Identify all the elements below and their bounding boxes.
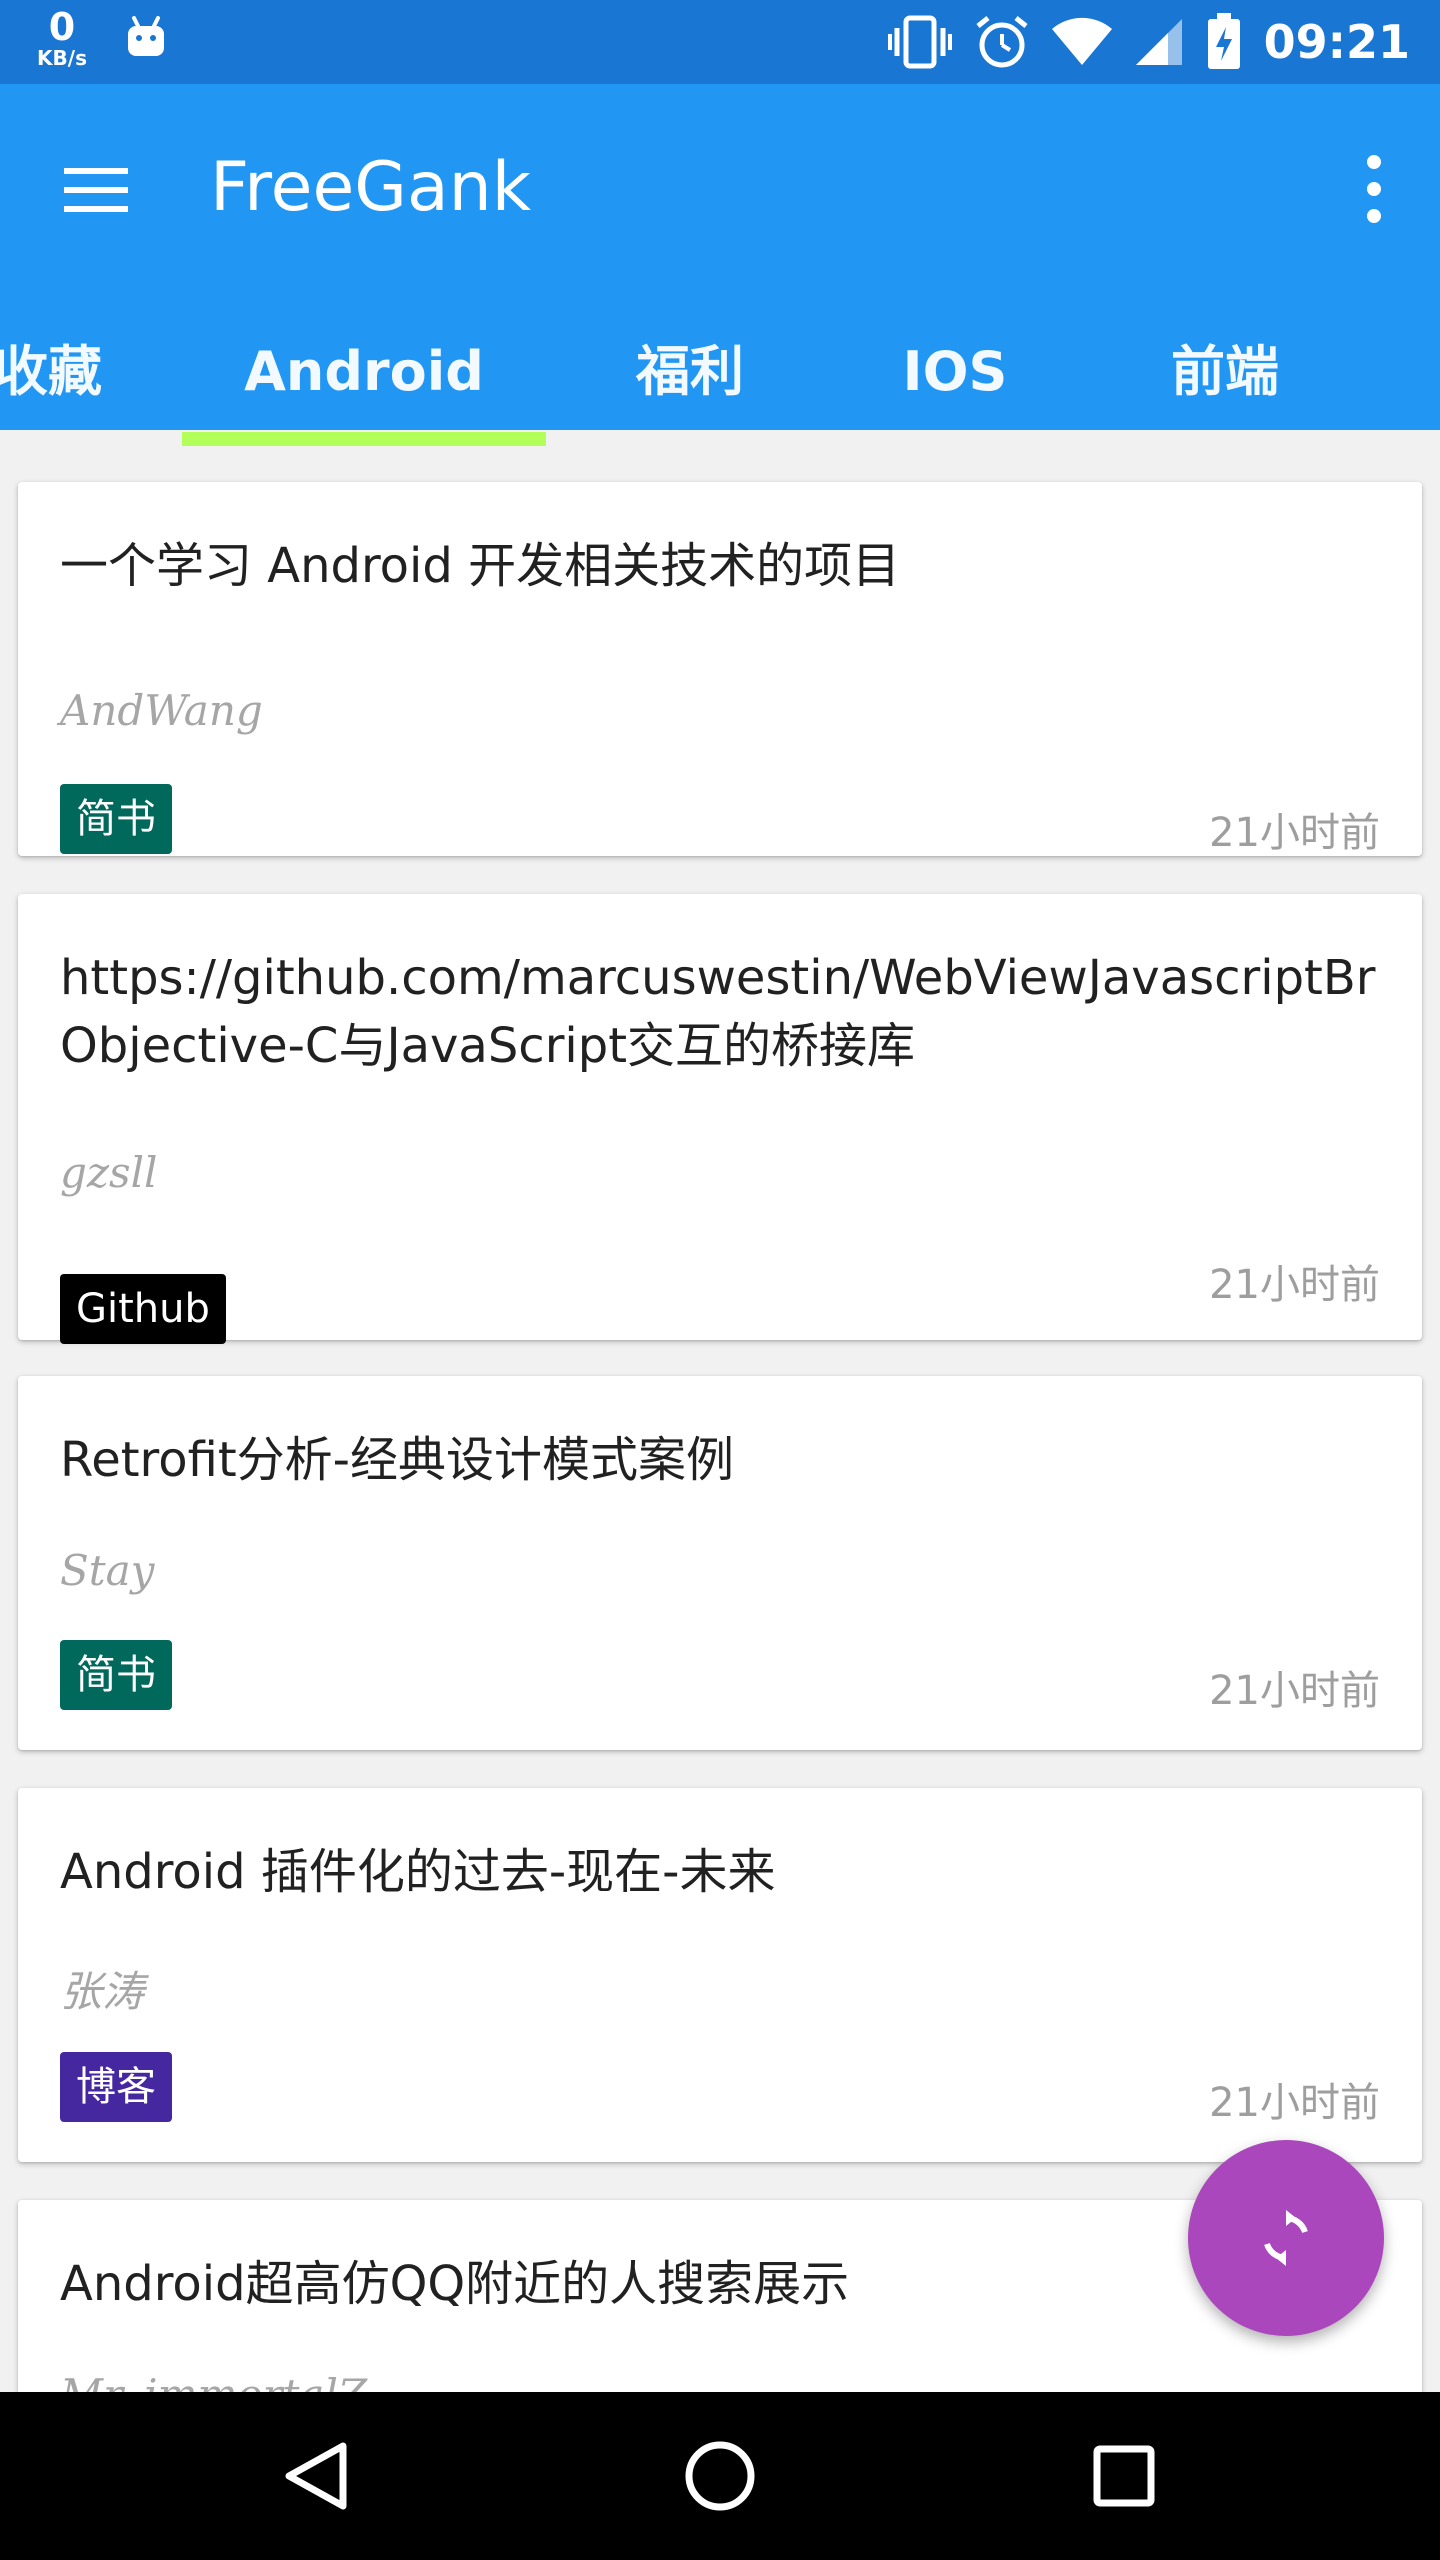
vibrate-icon	[887, 15, 952, 69]
article-title: Retrofit分析-经典设计模式案例	[60, 1432, 734, 1488]
article-card[interactable]: 一个学习 Android 开发相关技术的项目 AndWang 简书 21小时前	[18, 482, 1422, 856]
article-list[interactable]: 一个学习 Android 开发相关技术的项目 AndWang 简书 21小时前 …	[0, 446, 1440, 2392]
signal-icon	[1135, 19, 1182, 65]
navigation-bar	[0, 2392, 1440, 2560]
article-tag[interactable]: Github	[60, 1274, 226, 1344]
tab-bar: 收藏 Android 福利 IOS 前端	[0, 314, 1440, 430]
article-title: Android 插件化的过去-现在-未来	[60, 1844, 776, 1900]
article-card[interactable]: Retrofit分析-经典设计模式案例 Stay 简书 21小时前	[18, 1376, 1422, 1750]
tab-favorites[interactable]: 收藏	[0, 314, 104, 430]
article-author: 张涛	[60, 1967, 145, 2016]
home-button[interactable]	[670, 2426, 770, 2526]
refresh-button[interactable]	[1188, 2140, 1384, 2336]
article-card[interactable]: Android 插件化的过去-现在-未来 张涛 博客 21小时前	[18, 1788, 1422, 2162]
status-bar: 0 KB/s 09:21	[0, 0, 1440, 84]
tab-ios[interactable]: IOS	[860, 314, 1050, 430]
article-author: gzsll	[60, 1148, 158, 1197]
article-tag[interactable]: 简书	[60, 1640, 172, 1710]
recents-button[interactable]	[1074, 2426, 1174, 2526]
tab-welfare[interactable]: 福利	[590, 314, 790, 430]
hamburger-menu-icon[interactable]	[60, 154, 132, 226]
wifi-icon	[1051, 17, 1112, 65]
app-bar: FreeGank 收藏 Android 福利 IOS 前端	[0, 84, 1440, 430]
article-title: Android超高仿QQ附近的人搜索展示	[60, 2256, 850, 2312]
article-time: 21小时前	[1209, 1262, 1380, 1308]
home-icon	[685, 2441, 755, 2511]
article-time: 21小时前	[1209, 810, 1380, 856]
android-icon	[128, 16, 164, 56]
network-speed-unit: KB/s	[37, 46, 87, 70]
article-title: https://github.com/marcuswestin/WebViewJ…	[60, 950, 1380, 1074]
recents-icon	[1093, 2445, 1155, 2507]
article-author: AndWang	[60, 686, 263, 735]
tab-indicator	[182, 432, 546, 446]
battery-icon	[1207, 13, 1240, 69]
tab-frontend[interactable]: 前端	[1120, 314, 1330, 430]
network-speed: 0 KB/s	[30, 8, 94, 68]
article-time: 21小时前	[1209, 2080, 1380, 2126]
more-vert-icon[interactable]	[1348, 144, 1400, 234]
alarm-icon	[976, 16, 1028, 68]
article-card[interactable]: https://github.com/marcuswestin/WebViewJ…	[18, 894, 1422, 1344]
refresh-icon	[1264, 2210, 1308, 2266]
article-author: Mr_immortalZ	[60, 2370, 367, 2392]
article-tag[interactable]: 博客	[60, 2052, 172, 2122]
article-tag[interactable]: 简书	[60, 784, 172, 854]
back-icon	[285, 2442, 347, 2510]
app-title: FreeGank	[210, 148, 532, 227]
article-title: 一个学习 Android 开发相关技术的项目	[60, 538, 901, 594]
article-author: Stay	[60, 1546, 155, 1595]
network-speed-value: 0	[48, 5, 76, 49]
tab-android[interactable]: Android	[182, 314, 546, 430]
status-time: 09:21	[1263, 15, 1410, 69]
article-time: 21小时前	[1209, 1668, 1380, 1714]
back-button[interactable]	[266, 2426, 366, 2526]
